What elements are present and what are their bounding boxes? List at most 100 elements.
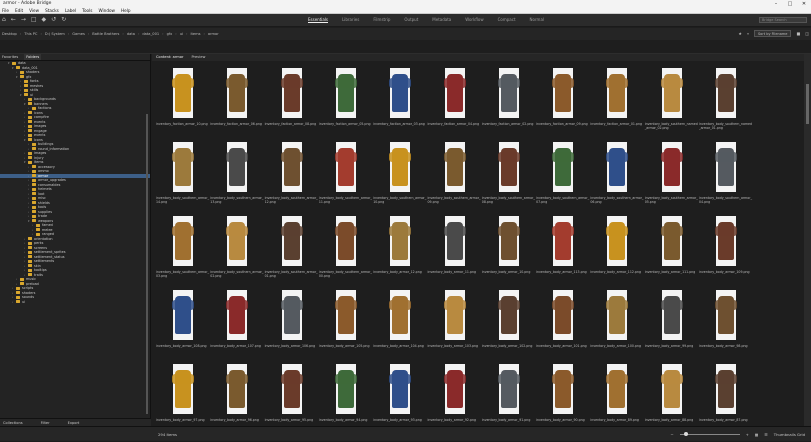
breadcrumb-item[interactable]: Games	[72, 28, 85, 40]
thumbnail-image[interactable]	[334, 364, 357, 414]
thumbnail-item[interactable]: inventory_body_armor_99.png	[645, 288, 699, 360]
workspace-tab[interactable]: Compact	[498, 17, 516, 23]
thumbnail-item[interactable]: inventory_body_armor_88.png	[645, 362, 699, 434]
thumbnail-image[interactable]	[552, 216, 575, 266]
thumbnail-image[interactable]	[226, 364, 249, 414]
thumbnail-image[interactable]	[389, 142, 412, 192]
thumbnail-image[interactable]	[552, 142, 575, 192]
camera-icon[interactable]: □	[31, 16, 37, 23]
tab-folders[interactable]: Folders	[24, 54, 42, 60]
thumbnail-item[interactable]: inventory_body_armor_97.png	[156, 362, 210, 434]
thumbnail-item[interactable]: inventory_body_armor_87.png	[699, 362, 753, 434]
thumbnail-image[interactable]	[172, 142, 194, 192]
search-input[interactable]: Bridge Search	[759, 17, 807, 23]
chevron-down-icon[interactable]: ▾	[12, 66, 15, 71]
thumbnail-image[interactable]	[660, 216, 683, 266]
thumbnail-item[interactable]: inventory_faction_armor_04.png	[428, 66, 482, 138]
thumbnail-item[interactable]: inventory_body_armor_103.png	[428, 288, 482, 360]
thumbnail-item[interactable]: inventory_faction_armor_03.png	[373, 66, 427, 138]
list-view-icon[interactable]: ☰	[764, 427, 767, 442]
breadcrumb-item[interactable]: armor	[208, 28, 219, 40]
breadcrumb-item[interactable]: data	[127, 28, 135, 40]
thumbnail-image[interactable]	[443, 216, 466, 266]
thumbnail-image[interactable]	[389, 216, 412, 266]
thumbnail-item[interactable]: inventory_body_armor_108.png	[156, 288, 210, 360]
thumbnail-item[interactable]: inventory_body_southern_armor_08.png	[482, 140, 536, 212]
thumbnail-image[interactable]	[280, 68, 303, 118]
thumbnail-image[interactable]	[226, 290, 249, 340]
thumbnail-item[interactable]: inventory_body_southern_armor_12.png	[265, 140, 319, 212]
thumbnail-item[interactable]: inventory_body_armor_12.png	[373, 214, 427, 286]
thumbnail-image[interactable]	[715, 216, 737, 266]
chevron-down-icon[interactable]: ▾	[24, 102, 27, 107]
close-icon[interactable]: ✕	[797, 0, 811, 8]
thumbnail-item[interactable]: inventory_faction_armor_09.png	[536, 66, 590, 138]
thumbnail-image[interactable]	[172, 364, 194, 414]
thumbnail-image[interactable]	[172, 290, 194, 340]
menu-item[interactable]: Label	[65, 8, 76, 13]
thumbnail-image[interactable]	[334, 68, 357, 118]
chevron-down-icon[interactable]: ▾	[24, 138, 27, 143]
thumbnail-item[interactable]: inventory_body_southern_armor_03.png	[156, 214, 210, 286]
thumbnail-item[interactable]: inventory_body_armor_94.png	[319, 362, 373, 434]
thumbnail-item[interactable]: inventory_body_southern_armor_05.png	[645, 140, 699, 212]
thumbnail-item[interactable]: inventory_body_armor_98.png	[699, 288, 753, 360]
breadcrumb-item[interactable]: gfx	[167, 28, 173, 40]
thumbnail-image[interactable]	[497, 290, 520, 340]
thumbnail-item[interactable]: inventory_faction_armor_05.png	[319, 66, 373, 138]
breadcrumb-item[interactable]: data_001	[142, 28, 159, 40]
breadcrumb-item[interactable]: This PC	[24, 28, 37, 40]
thumbnail-image[interactable]	[715, 68, 737, 118]
back-icon[interactable]: ←	[11, 16, 16, 23]
thumbnail-image[interactable]	[606, 216, 629, 266]
tab-favorites[interactable]: Favorites	[2, 54, 18, 60]
breadcrumb-item[interactable]: items	[190, 28, 200, 40]
thumbnail-image[interactable]	[389, 290, 412, 340]
chevron-down-icon[interactable]: ▾	[24, 160, 27, 165]
zoom-in-icon[interactable]: +	[746, 427, 749, 442]
chevron-right-icon[interactable]: ›	[28, 147, 31, 152]
thumbnail-image[interactable]	[606, 290, 629, 340]
thumbnail-item[interactable]: inventory_body_southern_armor_01.png	[265, 214, 319, 286]
thumbnail-item[interactable]: inventory_body_armor_113.png	[536, 214, 590, 286]
thumbnail-item[interactable]: inventory_body_armor_95.png	[265, 362, 319, 434]
menu-item[interactable]: Window	[98, 8, 115, 13]
workspace-tab[interactable]: Output	[404, 17, 418, 23]
tab-content[interactable]: Content: armor	[156, 54, 183, 61]
thumbnail-image[interactable]	[226, 142, 249, 192]
thumbnail-item[interactable]: inventory_body_southern_armor_06.png	[590, 140, 644, 212]
thumbnail-image[interactable]	[715, 142, 737, 192]
new-folder-icon[interactable]: ■	[796, 31, 800, 36]
thumbnail-image[interactable]	[715, 290, 737, 340]
thumbnail-image[interactable]	[334, 290, 357, 340]
menu-item[interactable]: Help	[121, 8, 131, 13]
zoom-out-icon[interactable]: −	[670, 427, 673, 442]
thumbnail-item[interactable]: inventory_body_armor_105.png	[319, 288, 373, 360]
workspace-tab[interactable]: Filmstrip	[373, 17, 390, 23]
thumbnail-image[interactable]	[660, 290, 683, 340]
thumbnail-image[interactable]	[226, 68, 249, 118]
rotate-right-icon[interactable]: ↻	[61, 16, 66, 23]
star-filter-icon[interactable]: ★	[738, 31, 742, 36]
thumbnail-image[interactable]	[280, 364, 303, 414]
menu-item[interactable]: Edit	[15, 8, 23, 13]
workspace-tab[interactable]: Workflow	[465, 17, 483, 23]
thumbnail-image[interactable]	[606, 142, 629, 192]
thumbnail-item[interactable]: inventory_body_armor_101.png	[536, 288, 590, 360]
thumbnail-item[interactable]: inventory_body_southern_armor_10.png	[373, 140, 427, 212]
thumbnail-image[interactable]	[497, 364, 520, 414]
thumbnail-image[interactable]	[280, 216, 303, 266]
thumbnail-item[interactable]: inventory_body_armor_89.png	[590, 362, 644, 434]
thumbnail-image[interactable]	[389, 364, 412, 414]
breadcrumb-item[interactable]: Battle Brothers	[92, 28, 119, 40]
content-scrollbar[interactable]	[804, 54, 811, 426]
thumbnail-item[interactable]: inventory_body_armor_109.png	[699, 214, 753, 286]
thumbnail-item[interactable]: inventory_faction_armor_08.png	[265, 66, 319, 138]
workspace-tab[interactable]: Essentials	[308, 17, 329, 23]
minimize-icon[interactable]: –	[769, 0, 783, 8]
thumbnail-item[interactable]: inventory_body_armor_91.png	[482, 362, 536, 434]
thumbnail-image[interactable]	[334, 216, 357, 266]
thumbnail-item[interactable]: inventory_body_armor_106.png	[265, 288, 319, 360]
thumbnail-image[interactable]	[606, 364, 629, 414]
thumbnail-image[interactable]	[334, 142, 357, 192]
